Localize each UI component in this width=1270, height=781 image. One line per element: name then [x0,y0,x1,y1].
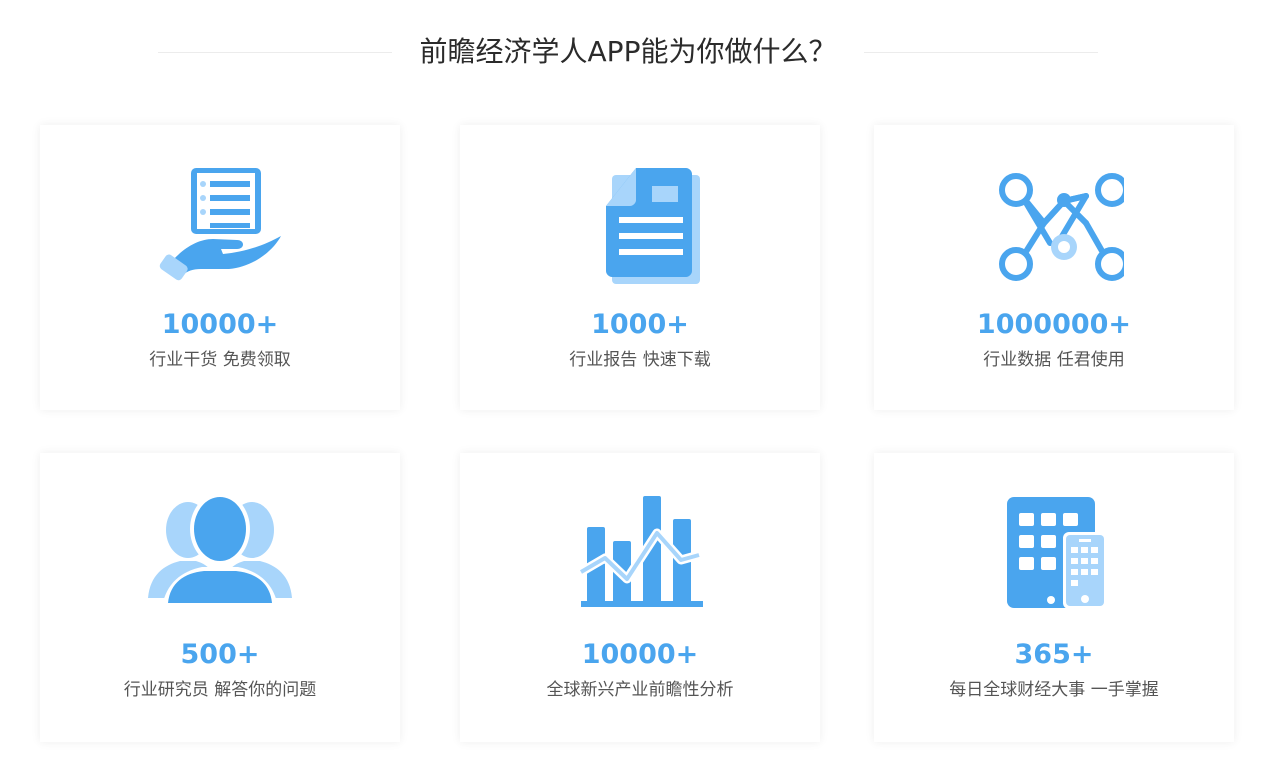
bar-chart-icon [460,491,820,617]
feature-value: 1000+ [591,309,689,340]
header-divider-left [158,52,392,53]
hand-document-icon [40,163,400,289]
feature-description: 行业报告 快速下载 [569,350,711,370]
feature-value: 10000+ [581,639,699,670]
feature-description: 每日全球财经大事 一手掌握 [949,680,1159,700]
feature-value: 365+ [1014,639,1094,670]
feature-card-industry-reports[interactable]: 1000+ 行业报告 快速下载 [460,125,820,410]
section-title: 前瞻经济学人APP能为你做什么？ [419,35,837,68]
feature-value: 1000000+ [976,309,1132,340]
feature-card-researchers[interactable]: 500+ 行业研究员 解答你的问题 [40,453,400,742]
researchers-group-icon [40,491,400,617]
features-page: 前瞻经济学人APP能为你做什么？ 10000+ 行业干货 免费领取 1000+ … [0,0,1270,781]
feature-card-daily-news[interactable]: 365+ 每日全球财经大事 一手掌握 [874,453,1234,742]
tablet-phone-icon [874,491,1234,617]
feature-card-industry-data[interactable]: 1000000+ 行业数据 任君使用 [874,125,1234,410]
feature-value: 500+ [180,639,260,670]
header-divider-right [864,52,1098,53]
feature-description: 行业研究员 解答你的问题 [123,680,317,700]
feature-description: 行业数据 任君使用 [983,350,1125,370]
feature-card-industry-content[interactable]: 10000+ 行业干货 免费领取 [40,125,400,410]
data-network-icon [874,163,1234,289]
feature-card-industry-analysis[interactable]: 10000+ 全球新兴产业前瞻性分析 [460,453,820,742]
section-header: 前瞻经济学人APP能为你做什么？ [0,26,1270,78]
feature-value: 10000+ [161,309,279,340]
feature-description: 全球新兴产业前瞻性分析 [546,680,734,700]
feature-description: 行业干货 免费领取 [149,350,291,370]
report-document-icon [460,163,820,289]
